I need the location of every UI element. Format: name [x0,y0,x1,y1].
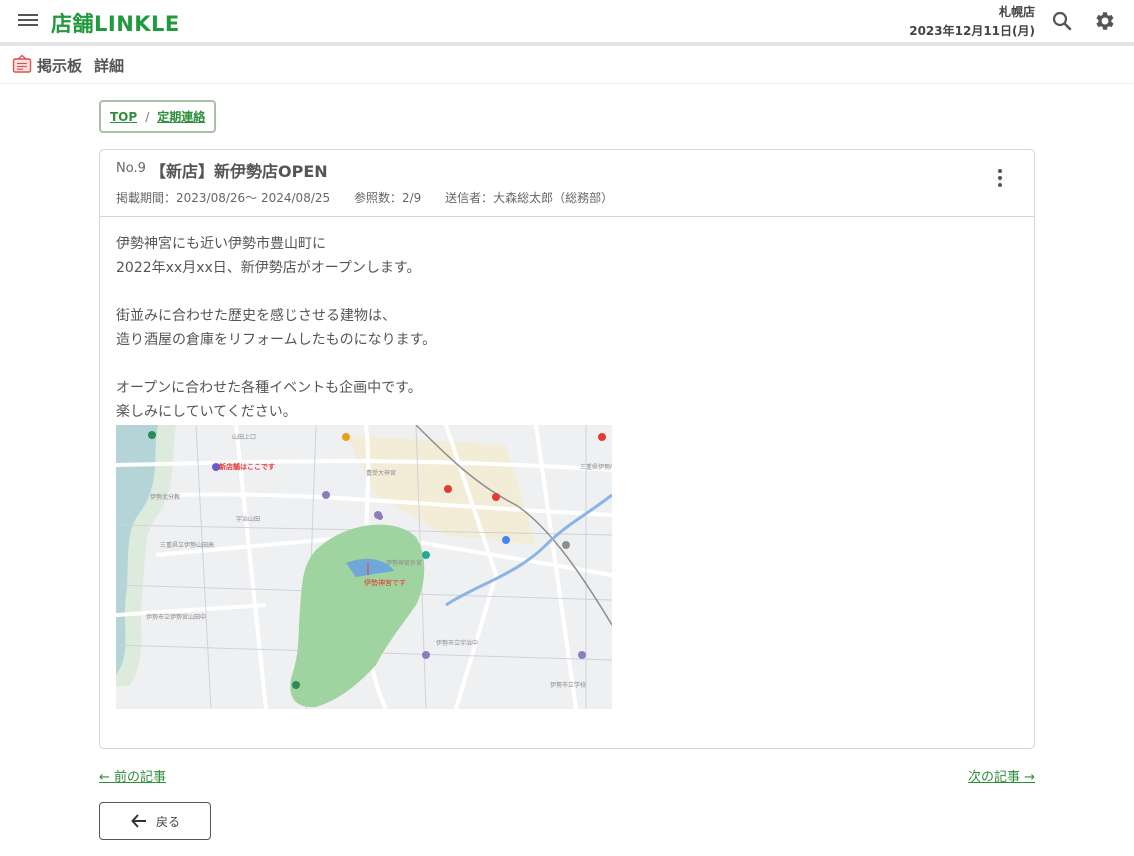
svg-text:山田上口: 山田上口 [232,433,256,441]
current-date: 2023年12月11日(月) [909,24,1035,38]
map-image: 山田上口三重県伊勢庁舎 豊受大神宮伊勢北分教 宇治山田三重県立伊勢山田高 伊勢市… [116,425,612,709]
svg-text:豊受大神宮: 豊受大神宮 [366,469,396,477]
page-subheader: 掲示板 詳細 [0,46,1134,84]
svg-text:伊勢市立宇治中: 伊勢市立宇治中 [436,639,478,647]
svg-text:伊勢市立学校: 伊勢市立学校 [550,681,586,689]
svg-text:伊勢市立伊勢宮山田中: 伊勢市立伊勢宮山田中 [146,613,206,621]
post-title: 【新店】新伊勢店OPEN [150,162,328,181]
gear-icon[interactable] [1093,9,1117,33]
svg-text:三重県伊勢庁舎: 三重県伊勢庁舎 [580,463,612,471]
breadcrumb-top-link[interactable]: TOP [110,110,137,124]
map-shrine-label: 伊勢神宮です [364,578,406,587]
svg-text:三重県立伊勢山田高: 三重県立伊勢山田高 [160,541,214,549]
post-views: 参照数：2/9 [353,191,422,205]
post-meta: 掲載期間：2023/08/26～ 2024/08/25 参照数：2/9 送信者：… [116,189,633,206]
app-header: 店舗LINKLE 札幌店 2023年12月11日(月) [0,0,1134,42]
store-info: 札幌店 2023年12月11日(月) [909,3,1035,41]
post-period: 掲載期間：2023/08/26～ 2024/08/25 [116,191,331,205]
post-number: No.9 [116,161,146,176]
breadcrumb: TOP / 定期連絡 [99,100,217,133]
prev-article-link[interactable]: ← 前の記事 [99,766,166,785]
store-name: 札幌店 [998,5,1035,19]
arrow-left-icon [131,814,146,828]
board-icon [12,54,32,73]
back-button[interactable]: 戻る [99,802,211,840]
svg-text:伊勢神宮外宮: 伊勢神宮外宮 [386,559,422,567]
post-header: No.9 【新店】新伊勢店OPEN 掲載期間：2023/08/26～ 2024/… [100,150,1034,217]
map-graphic: 山田上口三重県伊勢庁舎 豊受大神宮伊勢北分教 宇治山田三重県立伊勢山田高 伊勢市… [116,425,612,709]
more-options-icon[interactable] [996,169,1004,189]
post-sender: 送信者：大森総太郎（総務部） [445,191,614,205]
svg-text:宇治山田: 宇治山田 [236,515,260,523]
section-title: 掲示板 [37,57,83,75]
page-title: 掲示板 詳細 [37,55,124,76]
search-icon[interactable] [1050,9,1074,33]
app-logo[interactable]: 店舗LINKLE [51,8,180,38]
post-body: 伊勢神宮にも近い伊勢市豊山町に 2022年xx月xx日、新伊勢店がオープンします… [116,236,437,420]
breadcrumb-category-link[interactable]: 定期連絡 [157,108,205,125]
map-store-label: 新店舗はここです [219,462,275,471]
svg-text:伊勢北分教: 伊勢北分教 [150,493,180,501]
back-button-label: 戻る [155,814,180,829]
breadcrumb-separator: / [145,109,150,124]
menu-icon[interactable] [18,11,38,29]
next-article-link[interactable]: 次の記事 → [968,766,1035,785]
page-subtitle: 詳細 [94,57,125,75]
post-card: No.9 【新店】新伊勢店OPEN 掲載期間：2023/08/26～ 2024/… [99,149,1035,749]
